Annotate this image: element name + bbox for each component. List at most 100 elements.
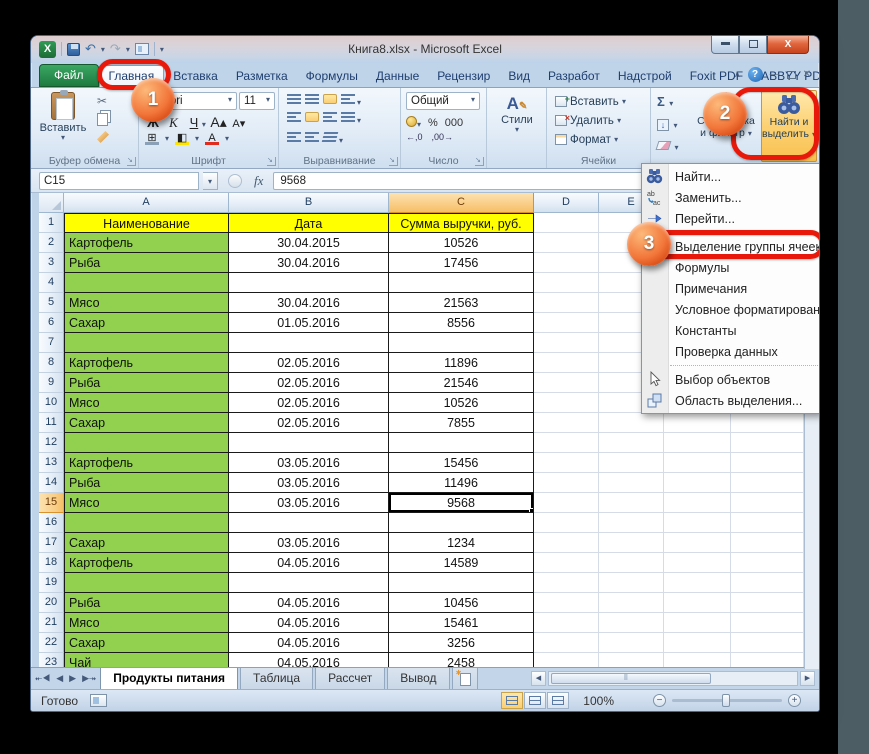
collapse-ribbon-icon[interactable]: ∧ <box>734 69 741 80</box>
page-layout-view-button[interactable] <box>524 692 546 709</box>
row-header-8[interactable]: 8 <box>39 353 64 373</box>
cell-C10[interactable]: 10526 <box>389 393 534 413</box>
column-header-b[interactable]: B <box>229 193 389 213</box>
menu-item-5[interactable]: Формулы <box>642 257 820 278</box>
sheet-tab-2[interactable]: Таблица <box>240 668 313 689</box>
cell-E19[interactable] <box>599 573 664 593</box>
menu-item-0[interactable]: Найти... <box>642 166 820 187</box>
cell-B7[interactable] <box>229 333 389 353</box>
cell-C1[interactable]: Сумма выручки, руб. <box>389 213 534 233</box>
cell-E14[interactable] <box>599 473 664 493</box>
cell-C18[interactable]: 14589 <box>389 553 534 573</box>
macro-record-icon[interactable] <box>90 694 107 707</box>
sheet-tab-3[interactable]: Рассчет <box>315 668 385 689</box>
cell-A21[interactable]: Мясо <box>64 613 229 633</box>
row-header-14[interactable]: 14 <box>39 473 64 493</box>
zoom-out-icon[interactable]: − <box>653 694 666 707</box>
cell-B14[interactable]: 03.05.2016 <box>229 473 389 493</box>
sheet-tab-4[interactable]: Вывод <box>387 668 449 689</box>
first-sheet-icon[interactable]: ⯬◀ <box>35 673 50 684</box>
decrease-indent-icon[interactable] <box>287 132 301 142</box>
cell-D9[interactable] <box>534 373 599 393</box>
wrap-text-icon[interactable] <box>322 132 338 142</box>
close-button[interactable]: X <box>767 36 809 54</box>
cell-C19[interactable] <box>389 573 534 593</box>
align-middle-icon[interactable] <box>305 94 319 104</box>
cell-A15[interactable]: Мясо <box>64 493 229 513</box>
align-right-icon[interactable] <box>323 112 337 122</box>
cell-A3[interactable]: Рыба <box>64 253 229 273</box>
zoom-track[interactable] <box>672 699 782 702</box>
cell-A20[interactable]: Рыба <box>64 593 229 613</box>
menu-item-12[interactable]: Область выделения... <box>642 390 820 411</box>
insert-function-icon[interactable]: fx <box>254 173 263 189</box>
menu-item-7[interactable]: Условное форматирование <box>642 299 820 320</box>
cell-C16[interactable] <box>389 513 534 533</box>
cell-B8[interactable]: 02.05.2016 <box>229 353 389 373</box>
percent-style-button[interactable]: % <box>428 117 438 129</box>
cell-B12[interactable] <box>229 433 389 453</box>
row-header-9[interactable]: 9 <box>39 373 64 393</box>
cell-D21[interactable] <box>534 613 599 633</box>
row-header-10[interactable]: 10 <box>39 393 64 413</box>
cell-A7[interactable] <box>64 333 229 353</box>
row-header-5[interactable]: 5 <box>39 293 64 313</box>
cell-B2[interactable]: 30.04.2015 <box>229 233 389 253</box>
paste-button[interactable]: Вставить ▾ <box>39 92 87 141</box>
menu-item-1[interactable]: abacЗаменить... <box>642 187 820 208</box>
cell-D4[interactable] <box>534 273 599 293</box>
row-header-12[interactable]: 12 <box>39 433 64 453</box>
dialog-launcher-icon[interactable]: ↘ <box>389 157 398 166</box>
cell-B17[interactable]: 03.05.2016 <box>229 533 389 553</box>
workbook-minimize-icon[interactable]: — <box>770 69 780 80</box>
cell-D10[interactable] <box>534 393 599 413</box>
row-header-3[interactable]: 3 <box>39 253 64 273</box>
number-format-select[interactable]: Общий▾ <box>406 92 480 110</box>
cell-C20[interactable]: 10456 <box>389 593 534 613</box>
align-top-icon[interactable] <box>287 94 301 104</box>
cell-A6[interactable]: Сахар <box>64 313 229 333</box>
zoom-level[interactable]: 100% <box>583 694 614 708</box>
cell-B18[interactable]: 04.05.2016 <box>229 553 389 573</box>
row-header-20[interactable]: 20 <box>39 593 64 613</box>
cell-E17[interactable] <box>599 533 664 553</box>
scroll-right-icon[interactable]: ▶ <box>800 671 815 686</box>
page-break-view-button[interactable] <box>547 692 569 709</box>
cell-B4[interactable] <box>229 273 389 293</box>
cell-D6[interactable] <box>534 313 599 333</box>
cell-E15[interactable] <box>599 493 664 513</box>
cell-C14[interactable]: 11496 <box>389 473 534 493</box>
last-sheet-icon[interactable]: ▶⯮ <box>82 673 96 684</box>
workbook-close-icon[interactable]: ✕ <box>803 69 811 80</box>
menu-item-9[interactable]: Проверка данных <box>642 341 820 362</box>
help-icon[interactable]: ? <box>748 67 763 82</box>
cell-E12[interactable] <box>599 433 664 453</box>
menu-item-8[interactable]: Константы <box>642 320 820 341</box>
cell-E16[interactable] <box>599 513 664 533</box>
cell-E11[interactable] <box>599 413 664 433</box>
dialog-launcher-icon[interactable]: ↘ <box>127 157 136 166</box>
format-cells-button[interactable]: Формат ▾ <box>555 131 626 148</box>
row-header-17[interactable]: 17 <box>39 533 64 553</box>
fill-color-icon[interactable]: ◧ <box>175 132 189 145</box>
comma-style-button[interactable]: 000 <box>445 117 463 129</box>
ribbon-tab-вставка[interactable]: Вставка <box>164 66 227 87</box>
ribbon-tab-разработ[interactable]: Разработ <box>539 66 609 87</box>
cell-B9[interactable]: 02.05.2016 <box>229 373 389 393</box>
cell-D15[interactable] <box>534 493 599 513</box>
font-color-icon[interactable]: А <box>205 132 219 145</box>
cell-A12[interactable] <box>64 433 229 453</box>
cell-D3[interactable] <box>534 253 599 273</box>
horizontal-scroll-track[interactable] <box>548 671 798 686</box>
cell-D17[interactable] <box>534 533 599 553</box>
column-header-a[interactable]: A <box>64 193 229 213</box>
insert-worksheet-tab[interactable] <box>452 668 478 689</box>
copy-icon[interactable] <box>97 113 108 126</box>
accounting-format-icon[interactable] <box>406 116 417 127</box>
dialog-launcher-icon[interactable]: ↘ <box>475 157 484 166</box>
cell-C21[interactable]: 15461 <box>389 613 534 633</box>
ribbon-tab-надстрой[interactable]: Надстрой <box>609 66 681 87</box>
horizontal-scroll-thumb[interactable] <box>551 673 711 684</box>
cut-icon[interactable]: ✂ <box>97 94 109 108</box>
orientation-icon[interactable] <box>341 94 355 104</box>
